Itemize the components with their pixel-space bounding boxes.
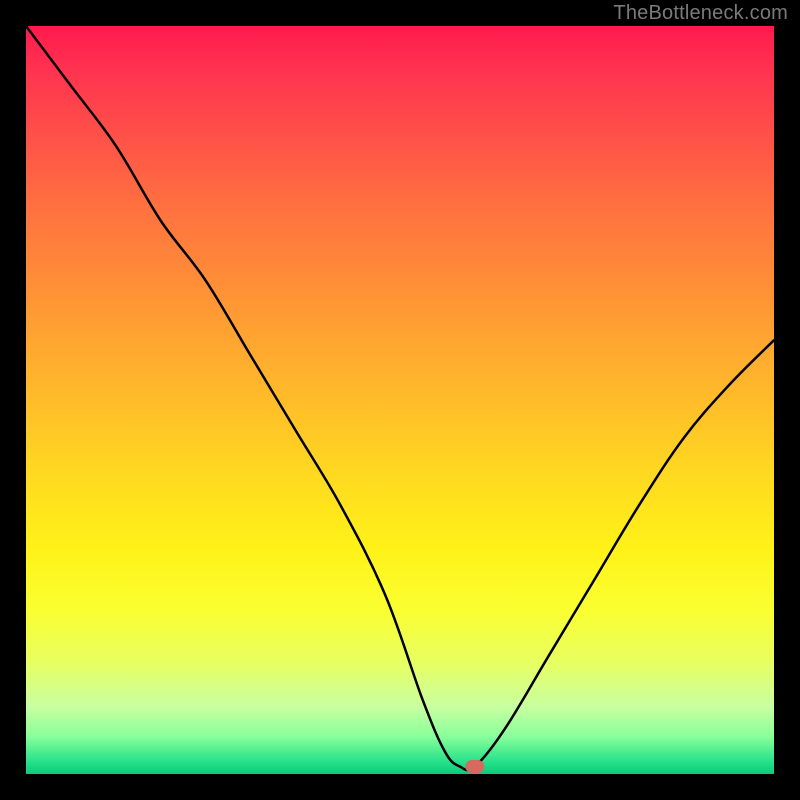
- chart-frame: TheBottleneck.com: [0, 0, 800, 800]
- curve-svg: [26, 26, 774, 774]
- minimum-marker: [466, 761, 484, 773]
- watermark-text: TheBottleneck.com: [613, 2, 788, 25]
- bottleneck-curve: [26, 26, 774, 770]
- plot-area: [26, 26, 774, 774]
